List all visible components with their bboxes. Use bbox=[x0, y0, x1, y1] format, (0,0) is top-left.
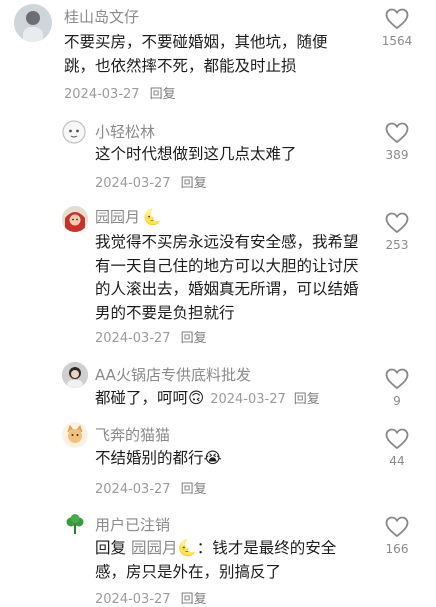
red-hood-portrait-icon bbox=[62, 206, 88, 232]
comment-text: 我觉得不买房永远没有安全感，我希望有一天自己住的地方可以大胆的让讨厌的人滚出去，… bbox=[95, 233, 359, 322]
comment-text: 不要买房，不要碰婚姻，其他坑，随便跳，也依然摔不死，都能及时止损 bbox=[64, 33, 328, 75]
comment-text-row: 都碰了，呵呵🙃 2024-03-27 回复 bbox=[95, 387, 375, 412]
reply-prefix: 回复 bbox=[95, 539, 127, 557]
comment-author[interactable]: 小轻松林 bbox=[95, 121, 155, 142]
avatar[interactable] bbox=[62, 362, 88, 388]
cartoon-face-icon bbox=[62, 120, 86, 144]
author-name: 园园月 bbox=[95, 208, 141, 226]
portrait-photo-icon bbox=[14, 4, 52, 42]
heart-icon bbox=[385, 122, 409, 144]
like-button[interactable]: 44 bbox=[377, 428, 417, 468]
like-count: 44 bbox=[389, 454, 405, 468]
heart-icon bbox=[385, 428, 409, 450]
comment-meta: 2024-03-27 回复 bbox=[95, 588, 207, 607]
moon-emoji-icon: 🌜 bbox=[143, 208, 162, 226]
comment-text: 都碰了，呵呵 bbox=[95, 389, 189, 407]
avatar[interactable] bbox=[64, 514, 86, 536]
heart-icon bbox=[385, 368, 409, 390]
comment-item: 桂山岛文仔 不要买房，不要碰婚姻，其他坑，随便跳，也依然摔不死，都能及时止损 2… bbox=[0, 0, 436, 110]
reply-button[interactable]: 回复 bbox=[181, 331, 207, 346]
cartoon-cat-icon bbox=[63, 423, 87, 447]
reply-button[interactable]: 回复 bbox=[294, 392, 320, 407]
comment-text: 回复 园园月🌜：钱才是最终的安全感，房只是外在，别搞反了 bbox=[95, 537, 367, 584]
mention-link[interactable]: 园园月 bbox=[131, 539, 178, 557]
reply-button[interactable]: 回复 bbox=[181, 176, 207, 191]
comment-date: 2024-03-27 bbox=[95, 176, 171, 191]
comment-author[interactable]: 园园月 🌜 bbox=[95, 206, 162, 227]
reply-comment-item: AA火锅店专供底料批发 都碰了，呵呵🙃 2024-03-27 回复 9 bbox=[0, 358, 436, 418]
comment-author[interactable]: 用户已注销 bbox=[95, 514, 170, 535]
comment-author[interactable]: 桂山岛文仔 bbox=[64, 6, 139, 27]
like-button[interactable]: 389 bbox=[377, 122, 417, 162]
portrait-photo-icon bbox=[62, 362, 88, 388]
like-count: 166 bbox=[385, 542, 409, 556]
comment-date: 2024-03-27 bbox=[95, 592, 171, 607]
comment-text-row: 不结婚别的都行😭 bbox=[95, 447, 355, 471]
like-count: 9 bbox=[393, 394, 401, 408]
like-count: 389 bbox=[385, 148, 409, 162]
comment-text: 不结婚别的都行 bbox=[95, 449, 204, 467]
reply-comment-item: 小轻松林 这个时代想做到这几点太难了 2024-03-27 回复 389 bbox=[0, 110, 436, 200]
like-button[interactable]: 1564 bbox=[377, 8, 417, 48]
comment-meta: 2024-03-27 回复 bbox=[95, 478, 207, 497]
reply-button[interactable]: 回复 bbox=[181, 592, 207, 607]
moon-emoji-icon: 🌜 bbox=[177, 539, 197, 557]
reply-comment-item: 用户已注销 回复 园园月🌜：钱才是最终的安全感，房只是外在，别搞反了 2024-… bbox=[0, 510, 436, 607]
comment-date: 2024-03-27 bbox=[95, 482, 171, 497]
heart-icon bbox=[385, 516, 409, 538]
reply-comment-item: 飞奔的猫猫 不结婚别的都行😭 2024-03-27 回复 44 bbox=[0, 418, 436, 510]
avatar[interactable] bbox=[14, 4, 52, 42]
comment-date: 2024-03-27 bbox=[210, 392, 286, 407]
comment-meta: 2024-03-27 回复 bbox=[95, 327, 207, 346]
reply-button[interactable]: 回复 bbox=[150, 87, 176, 102]
heart-icon bbox=[385, 212, 409, 234]
like-button[interactable]: 166 bbox=[377, 516, 417, 556]
avatar[interactable] bbox=[62, 422, 88, 448]
reply-button[interactable]: 回复 bbox=[181, 482, 207, 497]
comment-text: 这个时代想做到这几点太难了 bbox=[95, 145, 297, 163]
crying-face-emoji-icon: 😭 bbox=[203, 449, 222, 467]
comment-date: 2024-03-27 bbox=[95, 331, 171, 346]
like-count: 1564 bbox=[381, 34, 413, 48]
comment-meta: 2024-03-27 回复 bbox=[95, 172, 207, 191]
upside-down-face-emoji-icon: 🙃 bbox=[188, 389, 205, 407]
like-count: 253 bbox=[385, 238, 409, 252]
like-button[interactable]: 9 bbox=[377, 368, 417, 408]
reply-comment-item: 园园月 🌜 我觉得不买房永远没有安全感，我希望有一天自己住的地方可以大胆的让讨厌的… bbox=[0, 200, 436, 358]
heart-icon bbox=[385, 8, 409, 30]
comment-date: 2024-03-27 bbox=[64, 87, 140, 102]
comment-meta: 2024-03-27 回复 bbox=[64, 83, 176, 102]
avatar[interactable] bbox=[62, 120, 86, 144]
like-button[interactable]: 253 bbox=[377, 212, 417, 252]
comment-author[interactable]: AA火锅店专供底料批发 bbox=[95, 364, 251, 385]
comment-meta: 2024-03-27 回复 bbox=[210, 392, 320, 407]
comment-author[interactable]: 飞奔的猫猫 bbox=[95, 424, 170, 445]
avatar[interactable] bbox=[62, 206, 88, 232]
green-clover-icon bbox=[66, 514, 84, 534]
